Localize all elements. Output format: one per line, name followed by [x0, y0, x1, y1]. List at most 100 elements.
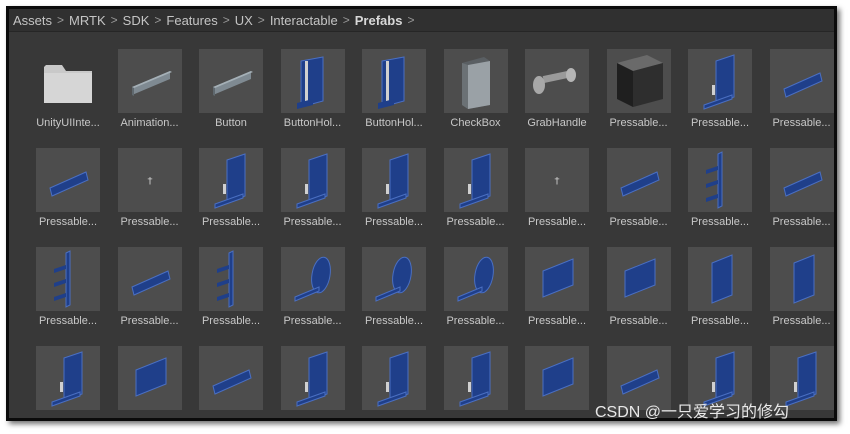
asset-label: Pressable... — [201, 216, 261, 228]
blue-panel-stand-icon — [443, 148, 508, 212]
asset-tile[interactable]: Pressable... — [28, 148, 108, 243]
asset-label: Pressable... — [446, 315, 505, 327]
gray-bar-icon — [117, 49, 182, 113]
asset-tile[interactable]: Pressable... — [599, 148, 679, 243]
asset-tile[interactable]: ButtonHol... — [273, 49, 353, 144]
asset-tile[interactable]: Pressable... — [762, 49, 835, 144]
breadcrumb-separator: > — [57, 13, 65, 27]
asset-tile[interactable] — [273, 346, 353, 418]
asset-grid: UnityUIInte... Animation... Button ButtonHo… — [9, 9, 834, 418]
blue-disc-icon — [443, 247, 508, 311]
breadcrumb-item-ux[interactable]: UX — [235, 13, 253, 28]
asset-tile[interactable]: Pressable... — [680, 49, 760, 144]
asset-tile[interactable]: Pressable... — [599, 247, 679, 342]
asset-tile[interactable]: Pressable... — [680, 247, 760, 342]
asset-label: Pressable... — [201, 315, 261, 327]
asset-label: Pressable... — [527, 315, 587, 327]
blue-rack-icon — [199, 247, 263, 311]
asset-tile[interactable]: Animation... — [110, 49, 190, 144]
blue-panel-stand-icon — [280, 346, 345, 410]
asset-label: Button — [215, 117, 247, 129]
blue-tall-plate-icon — [769, 247, 834, 311]
blue-disc-icon — [362, 247, 426, 311]
breadcrumb-separator: > — [342, 13, 350, 27]
blue-plate-icon — [117, 346, 182, 410]
asset-tile[interactable]: Pressable... — [191, 247, 271, 342]
asset-label: CheckBox — [450, 117, 501, 129]
asset-tile[interactable]: Pressable... — [680, 148, 760, 243]
breadcrumb-separator: > — [257, 13, 265, 27]
breadcrumb-item-mrtk[interactable]: MRTK — [69, 13, 106, 28]
dark-cube-icon — [606, 49, 671, 113]
asset-label: Pressable... — [446, 216, 505, 228]
svg-text:†: † — [147, 176, 152, 187]
asset-label: ButtonHol... — [283, 117, 342, 129]
asset-label: Pressable... — [527, 216, 587, 228]
asset-tile[interactable]: † Pressable... — [517, 148, 597, 243]
asset-tile[interactable] — [191, 346, 271, 418]
blue-plate-icon — [525, 346, 589, 410]
breadcrumb-separator: > — [154, 13, 162, 27]
asset-tile[interactable]: UnityUIInte... — [28, 49, 108, 144]
asset-tile[interactable] — [517, 346, 597, 418]
asset-label: Pressable... — [120, 216, 179, 228]
svg-text:†: † — [555, 176, 560, 187]
asset-tile[interactable]: Pressable... — [273, 247, 353, 342]
grab-handle-icon — [525, 49, 589, 113]
asset-tile[interactable]: Pressable... — [517, 247, 597, 342]
asset-label: Pressable... — [364, 315, 424, 327]
asset-label: Pressable... — [609, 216, 668, 228]
breadcrumb-item-features[interactable]: Features — [166, 13, 217, 28]
asset-label: Pressable... — [772, 117, 831, 129]
asset-tile[interactable]: CheckBox — [436, 49, 516, 144]
asset-label: Pressable... — [38, 216, 98, 228]
blue-panel-stand-icon — [362, 346, 426, 410]
asset-tile[interactable]: Pressable... — [762, 247, 835, 342]
asset-tile[interactable]: Pressable... — [436, 148, 516, 243]
asset-tile[interactable]: Pressable... — [436, 247, 516, 342]
tiny-glyph-icon: † — [117, 148, 182, 212]
asset-tile[interactable]: Pressable... — [273, 148, 353, 243]
asset-tile[interactable]: Pressable... — [28, 247, 108, 342]
asset-tile[interactable] — [436, 346, 516, 418]
asset-label: Pressable... — [609, 117, 668, 129]
asset-label: Pressable... — [364, 216, 424, 228]
asset-label: Pressable... — [690, 216, 750, 228]
asset-tile[interactable] — [28, 346, 108, 418]
blue-holder-panel-icon — [280, 49, 345, 113]
blue-plate-icon — [606, 247, 671, 311]
breadcrumb-separator: > — [222, 13, 230, 27]
asset-tile[interactable]: Pressable... — [191, 148, 271, 243]
asset-tile[interactable]: † Pressable... — [110, 148, 190, 243]
gray-bar-icon — [199, 49, 263, 113]
asset-tile[interactable] — [110, 346, 190, 418]
watermark: CSDN @一只爱学习的修勾 — [595, 404, 790, 421]
asset-tile[interactable]: Pressable... — [354, 247, 434, 342]
breadcrumb-separator: > — [110, 13, 118, 27]
asset-tile[interactable]: ButtonHol... — [354, 49, 434, 144]
blue-bar-icon — [606, 148, 671, 212]
asset-tile[interactable]: Pressable... — [599, 49, 679, 144]
blue-panel-stand-icon — [36, 346, 100, 410]
asset-tile[interactable]: Pressable... — [762, 148, 835, 243]
asset-label: Pressable... — [120, 315, 179, 327]
asset-tile[interactable]: GrabHandle — [517, 49, 597, 144]
asset-label: ButtonHol... — [365, 117, 423, 129]
breadcrumb-item-assets[interactable]: Assets — [13, 13, 52, 28]
asset-label: Pressable... — [772, 216, 831, 228]
asset-tile[interactable]: Button — [191, 49, 271, 144]
blue-bar-icon — [769, 148, 834, 212]
asset-label: Pressable... — [690, 315, 750, 327]
asset-tile[interactable]: Pressable... — [354, 148, 434, 243]
blue-tall-plate-icon — [688, 247, 752, 311]
asset-label: Pressable... — [283, 216, 342, 228]
asset-tile[interactable] — [354, 346, 434, 418]
breadcrumb-item-sdk[interactable]: SDK — [123, 13, 150, 28]
breadcrumb-item-interactable[interactable]: Interactable — [270, 13, 338, 28]
asset-tile[interactable]: Pressable... — [110, 247, 190, 342]
blue-panel-stand-icon — [443, 346, 508, 410]
blue-bar-icon — [199, 346, 263, 410]
breadcrumb-item-prefabs[interactable]: Prefabs — [355, 13, 403, 28]
blue-holder-panel-icon — [362, 49, 426, 113]
folder-icon — [36, 49, 100, 113]
